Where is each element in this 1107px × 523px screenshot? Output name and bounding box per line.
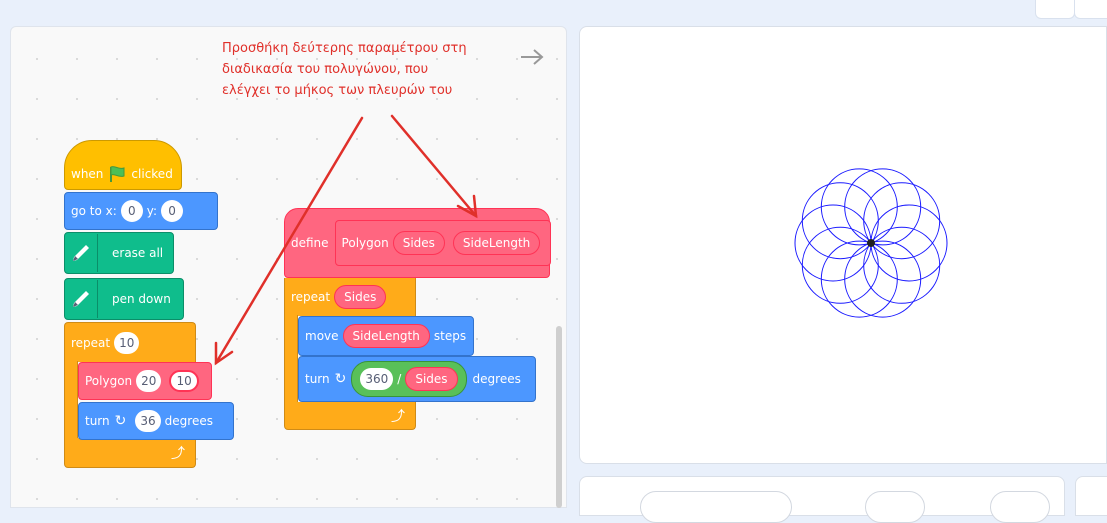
rosette-circle <box>820 240 898 318</box>
stage-selector-pane[interactable] <box>1075 476 1107 516</box>
rosette-circle <box>794 204 872 282</box>
arrow-to-define-block <box>390 114 478 219</box>
sprite-name-field[interactable] <box>640 491 792 523</box>
rosette-circle <box>863 226 941 304</box>
arrow-to-polygon-call <box>214 116 364 366</box>
rosette-circle <box>801 182 879 260</box>
rosette-circle <box>820 168 898 246</box>
stage-canvas[interactable] <box>579 26 1107 464</box>
sprite-y-field[interactable] <box>990 491 1050 523</box>
rosette-circle <box>844 240 922 318</box>
rosette-circle <box>844 168 922 246</box>
sprite-center-dot <box>867 239 875 247</box>
polygon-rosette-drawing <box>794 168 948 318</box>
sprite-info-pane <box>579 476 1065 523</box>
sprite-x-field[interactable] <box>865 491 925 523</box>
rosette-circle <box>801 226 879 304</box>
rosette-circle <box>870 204 948 282</box>
rosette-circle <box>863 182 941 260</box>
